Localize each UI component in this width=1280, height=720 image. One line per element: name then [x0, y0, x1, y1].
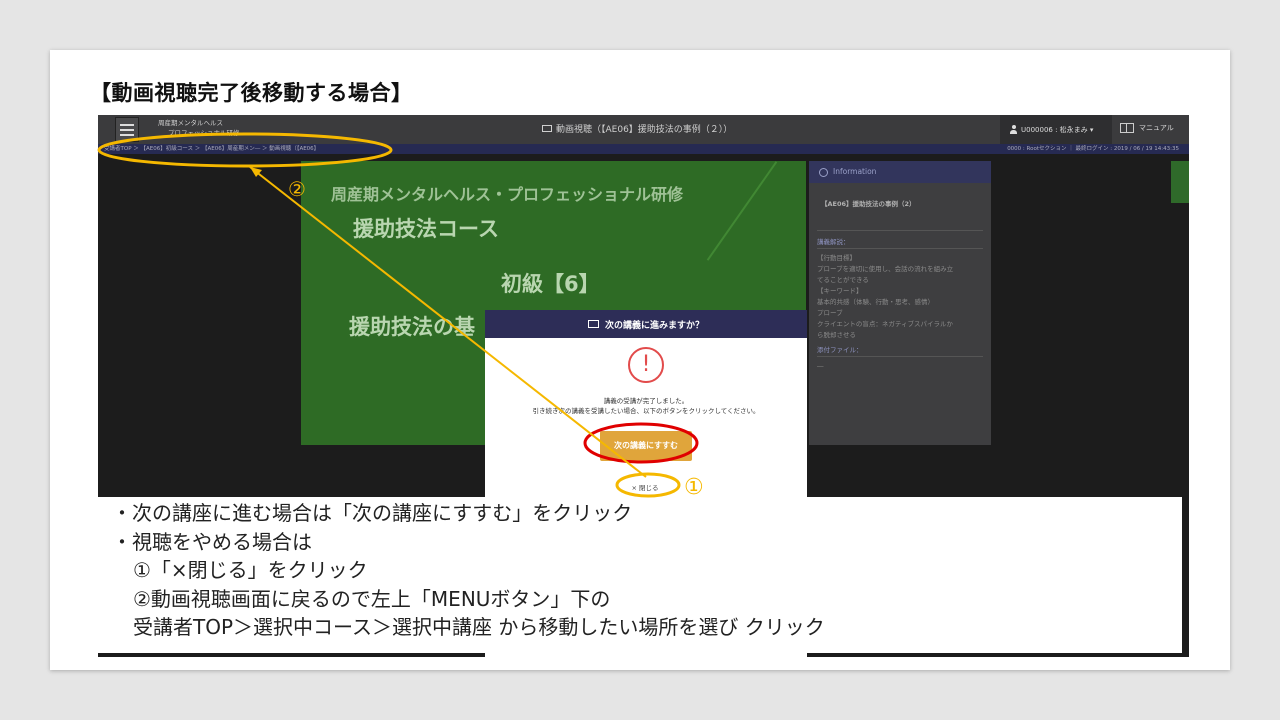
close-button[interactable]: × 閉じる	[625, 481, 665, 495]
menu-button[interactable]	[115, 117, 139, 142]
desc-line: プローブを適切に使用し、会話の流れを組み立	[817, 265, 954, 273]
app-screenshot: 周産期メンタルヘルス プロフェッショナル研修 動画視聴（【AE06】援助技法の事…	[98, 115, 1189, 657]
instruction-line: ・視聴をやめる場合は	[112, 529, 312, 554]
decorative-stripe	[706, 161, 778, 261]
video-title-line4: 援助技法の基	[349, 315, 475, 339]
page-title: 動画視聴（【AE06】援助技法の事例（２））	[542, 122, 732, 135]
user-icon	[1010, 125, 1017, 134]
user-name: U000006 : 松永まみ ▾	[1021, 125, 1094, 134]
info-icon	[819, 167, 828, 177]
alert-icon: !	[628, 347, 664, 383]
instruction-line: ・次の講座に進む場合は「次の講座にすすむ」をクリック	[112, 501, 633, 525]
instruction-line: ②動画視聴画面に戻るので左上「MENUボタン」下の	[133, 586, 611, 611]
slide-title: 【動画視聴完了後移動する場合】	[90, 81, 413, 105]
desc-line: クライエントの盲点：ネガティブスパイラルか	[817, 320, 954, 328]
information-body: 【AE06】援助技法の事例（2） 講義解説： 【行動目標】 プローブを適切に使用…	[809, 183, 991, 378]
modal-message-line2: 引き続き次の講義を受講したい場合、以下のボタンをクリックしてください。	[532, 407, 760, 415]
instruction-line: 受講者TOP＞選択中コース＞選択中講座 から移動したい場所を選び クリック	[133, 615, 825, 639]
page-title-text: 動画視聴（【AE06】援助技法の事例（２））	[556, 125, 733, 135]
breadcrumb-bar: 受講者TOP ＞ 【AE06】初級コース ＞ 【AE06】周産期メン― ＞ 動画…	[98, 144, 1189, 154]
desc-line: 【キーワード】	[817, 287, 863, 295]
next-lecture-button[interactable]: 次の講義にすすむ	[600, 431, 692, 461]
app-header: 周産期メンタルヘルス プロフェッショナル研修 動画視聴（【AE06】援助技法の事…	[98, 115, 1189, 144]
desc-line: プローブ	[817, 309, 843, 317]
modal-header: 次の講義に進みますか？	[485, 310, 807, 338]
session-info: 0000 : Rootセクション ｜ 最終ログイン : 2019 / 06 / …	[1007, 146, 1179, 152]
desc-line: 基本的共感（体験、行動・思考、感情）	[817, 298, 934, 306]
breadcrumb[interactable]: 受講者TOP ＞ 【AE06】初級コース ＞ 【AE06】周産期メン― ＞ 動画…	[104, 144, 319, 154]
section-description: 講義解説：	[817, 237, 983, 249]
video-title-line1: 周産期メンタルヘルス・プロフェッショナル研修	[331, 185, 684, 204]
desc-line: てることができる	[817, 276, 869, 284]
modal-message-line1: 講義の受講が完了しました。	[603, 397, 689, 405]
video-title-line2: 援助技法コース	[353, 217, 499, 241]
information-panel: Information 【AE06】援助技法の事例（2） 講義解説： 【行動目標…	[809, 161, 991, 445]
information-header: Information	[809, 161, 991, 183]
files-value: ―	[817, 362, 824, 370]
manual-link[interactable]: マニュアル	[1120, 123, 1174, 133]
instruction-line: ①「×閉じる」をクリック	[133, 558, 368, 582]
information-header-label: Information	[833, 167, 877, 176]
modal-message: 講義の受講が完了しました。 引き続き次の講義を受講したい場合、以下のボタンをクリ…	[485, 396, 807, 416]
desc-line: ら脱却させる	[817, 331, 856, 339]
lecture-title: 【AE06】援助技法の事例（2）	[817, 189, 983, 231]
org-line1: 周産期メンタルヘルス	[158, 119, 223, 127]
book-icon	[1120, 123, 1134, 133]
modal-title: 次の講義に進みますか？	[604, 320, 704, 331]
monitor-icon	[542, 125, 552, 132]
instructions-box: ・次の講座に進む場合は「次の講座にすすむ」をクリック ・視聴をやめる場合は ①「…	[98, 497, 1182, 653]
monitor-icon	[587, 320, 599, 328]
video-title-line3: 初級【6】	[501, 272, 600, 296]
org-name: 周産期メンタルヘルス プロフェッショナル研修	[158, 118, 240, 138]
user-menu[interactable]: U000006 : 松永まみ ▾	[1000, 115, 1112, 144]
slide: 【動画視聴完了後移動する場合】 周産期メンタルヘルス プロフェッショナル研修 動…	[50, 50, 1230, 670]
side-tab[interactable]	[1171, 161, 1189, 203]
manual-label: マニュアル	[1139, 124, 1174, 132]
org-line2: プロフェッショナル研修	[168, 129, 240, 137]
desc-line: 【行動目標】	[817, 254, 856, 262]
section-files: 添付ファイル：	[817, 345, 983, 357]
